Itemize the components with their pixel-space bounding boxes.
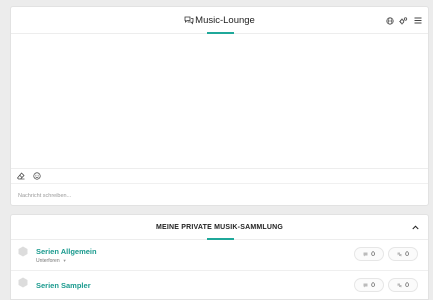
forum-row: Serien Sampler 0 0 [11,270,428,299]
threads-count: 0 [354,278,384,292]
forum-category-panel: MEINE PRIVATE MUSIK-SAMMLUNG Serien Allg… [10,214,429,300]
hexagon-icon [18,246,28,257]
chevron-up-icon [411,225,419,229]
message-input[interactable] [11,185,428,207]
chat-header: Music-Lounge [11,7,428,34]
hexagon-icon [18,277,28,288]
chat-header-actions [385,16,422,25]
chat-toolbar [11,168,428,182]
chat-title: Music-Lounge [195,15,255,26]
menu-icon[interactable] [413,16,422,25]
forum-row: Serien Allgemein Unterforen ▼ 0 0 [11,240,428,269]
speech-bubble-icon [363,252,368,256]
globe-icon[interactable] [385,16,394,25]
threads-value: 0 [371,281,375,289]
category-header: MEINE PRIVATE MUSIK-SAMMLUNG [11,215,428,240]
chat-title-underline [207,32,234,34]
category-title: MEINE PRIVATE MUSIK-SAMMLUNG [155,224,284,231]
posts-value: 0 [405,281,409,289]
posts-value: 0 [405,250,409,258]
forum-link[interactable]: Serien Allgemein [36,247,97,256]
chat-messages-area [11,35,428,168]
subforums-label: Unterforen [36,258,60,264]
subforums-dropdown[interactable]: Unterforen ▼ [36,258,67,264]
chat-input-row [11,183,428,207]
caret-down-icon: ▼ [62,258,67,263]
threads-count: 0 [354,247,384,261]
threads-value: 0 [371,250,375,258]
chat-title-wrap: Music-Lounge [11,15,428,26]
settings-icon[interactable] [399,16,408,25]
eraser-icon[interactable] [16,171,25,180]
speech-bubbles-icon [397,283,402,288]
forum-link[interactable]: Serien Sampler [36,281,91,290]
smiley-icon[interactable] [32,171,41,180]
chat-bubbles-icon [184,16,194,25]
chat-panel: Music-Lounge [10,6,429,207]
collapse-button[interactable] [411,223,419,231]
posts-count: 0 [388,247,418,261]
posts-count: 0 [388,278,418,292]
speech-bubble-icon [363,283,368,287]
speech-bubbles-icon [397,252,402,257]
